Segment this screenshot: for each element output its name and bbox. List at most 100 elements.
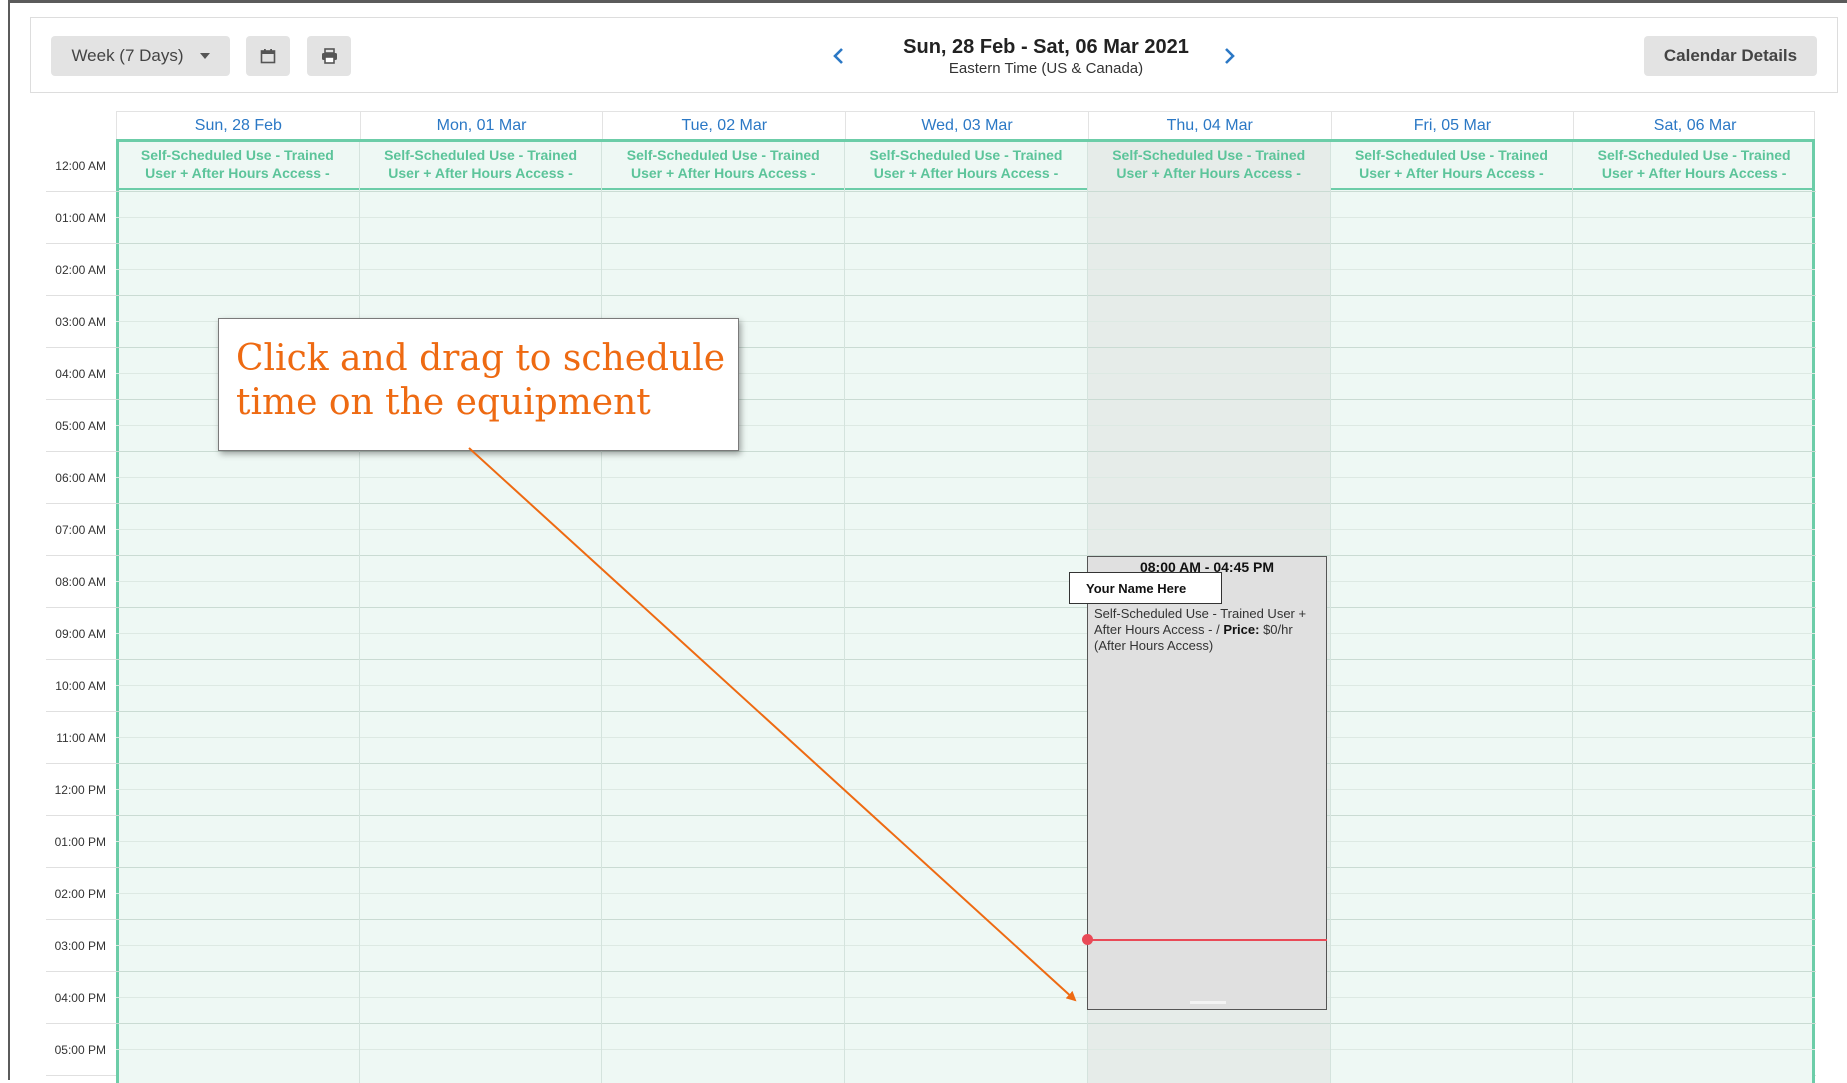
previous-week-button[interactable]: [827, 44, 851, 68]
half-slot-divider: [602, 633, 845, 634]
half-slot-divider: [845, 737, 1087, 738]
day-header[interactable]: Thu, 04 Mar: [1087, 112, 1331, 140]
half-slot-divider: [845, 685, 1087, 686]
half-slot-divider: [116, 633, 359, 634]
slot-divider: [1573, 399, 1815, 400]
date-picker-button[interactable]: [246, 36, 290, 76]
slot-divider: [845, 347, 1087, 348]
week-grid: 12:00 AM 01:00 AM 02:00 AM 03:00 AM 04:00 AM…: [46, 111, 1838, 1083]
slot-divider: [1330, 295, 1573, 296]
half-slot-divider: [845, 425, 1087, 426]
half-slot-divider: [1087, 321, 1330, 322]
availability-label-line-1: Self-Scheduled Use - Trained: [869, 147, 1063, 163]
availability-label-line-1: Self-Scheduled Use - Trained: [626, 147, 820, 163]
half-slot-divider: [1330, 737, 1573, 738]
callout-line-1: Click and drag to schedule: [236, 338, 726, 379]
half-slot-divider: [602, 269, 845, 270]
day-column[interactable]: Self-Scheduled Use - Trained User + After…: [1329, 142, 1573, 1083]
slot-divider: [1573, 295, 1815, 296]
slot-divider: [359, 815, 602, 816]
slot-divider: [116, 867, 359, 868]
slot-divider: [845, 607, 1087, 608]
slot-divider: [845, 711, 1087, 712]
day-header[interactable]: Sun, 28 Feb: [117, 112, 360, 140]
half-slot-divider: [845, 945, 1087, 946]
day-header[interactable]: Mon, 01 Mar: [359, 112, 603, 140]
day-header[interactable]: Sat, 06 Mar: [1573, 112, 1816, 140]
print-button[interactable]: [307, 36, 351, 76]
half-slot-divider: [359, 1049, 602, 1050]
half-slot-divider: [116, 685, 359, 686]
slot-divider: [845, 659, 1087, 660]
day-column[interactable]: Self-Scheduled Use - Trained User + After…: [844, 142, 1087, 1083]
slot-divider: [116, 659, 359, 660]
day-header[interactable]: Wed, 03 Mar: [845, 112, 1088, 140]
slot-divider: [1330, 607, 1573, 608]
instruction-callout: Click and drag to schedule time on the e…: [218, 318, 739, 451]
availability-label: Self-Scheduled Use - Trained User + After…: [360, 146, 602, 182]
slot-divider: [1573, 347, 1815, 348]
half-slot-divider: [359, 737, 602, 738]
calendar-details-button[interactable]: Calendar Details: [1644, 36, 1817, 76]
hour-label: 08:00 AM: [55, 575, 106, 589]
day-column[interactable]: Self-Scheduled Use - Trained User + After…: [1572, 142, 1815, 1083]
slot-divider: [845, 919, 1087, 920]
availability-label-line-2: User + After Hours Access -: [873, 165, 1059, 181]
half-slot-divider: [1330, 373, 1573, 374]
half-slot-divider: [359, 633, 602, 634]
calendar-toolbar: Week (7 Days) Sun, 28 Feb - Sat, 06 Mar …: [30, 17, 1838, 93]
slot-divider: [602, 919, 845, 920]
slot-divider: [1330, 919, 1573, 920]
view-dropdown-button[interactable]: Week (7 Days): [51, 36, 230, 76]
half-slot-divider: [1087, 529, 1330, 530]
hour-label: 03:00 AM: [55, 315, 106, 329]
hour-label: 01:00 AM: [55, 211, 106, 225]
day-header[interactable]: Tue, 02 Mar: [602, 112, 845, 140]
half-slot-divider: [845, 373, 1087, 374]
slot-divider: [845, 1023, 1087, 1024]
slot-divider: [1087, 503, 1330, 504]
slot-divider: [1330, 555, 1573, 556]
slot-divider: [1087, 243, 1330, 244]
current-time-dot: [1082, 934, 1093, 945]
slot-divider: [116, 191, 359, 192]
hour-label: 02:00 AM: [55, 263, 106, 277]
day-column[interactable]: Self-Scheduled Use - Trained User + After…: [116, 142, 359, 1083]
slot-divider: [602, 867, 845, 868]
slot-divider: [602, 555, 845, 556]
slot-divider: [359, 763, 602, 764]
half-slot-divider: [116, 529, 359, 530]
day-column[interactable]: Self-Scheduled Use - Trained User + After…: [601, 142, 845, 1083]
half-slot-divider: [359, 893, 602, 894]
slot-divider: [602, 243, 845, 244]
slot-divider: [845, 451, 1087, 452]
view-dropdown-label: Week (7 Days): [71, 46, 184, 65]
half-slot-divider: [1330, 997, 1573, 998]
slot-divider: [116, 503, 359, 504]
current-time-line: [1087, 939, 1327, 941]
half-slot-divider: [845, 529, 1087, 530]
slot-divider: [1330, 347, 1573, 348]
slot-divider: [1330, 451, 1573, 452]
availability-label-line-2: User + After Hours Access -: [388, 165, 573, 181]
slot-divider: [1330, 503, 1573, 504]
slot-divider: [1573, 971, 1815, 972]
slot-divider: [602, 295, 845, 296]
half-slot-divider: [845, 841, 1087, 842]
event-price-label: Price:: [1223, 622, 1260, 637]
event-description: Self-Scheduled Use - Trained User + Afte…: [1094, 606, 1319, 654]
half-slot-divider: [1573, 737, 1815, 738]
slot-divider: [116, 1023, 359, 1024]
slot-divider: [359, 867, 602, 868]
next-week-button[interactable]: [1217, 44, 1241, 68]
day-column[interactable]: Self-Scheduled Use - Trained User + After…: [358, 142, 602, 1083]
app-frame: Week (7 Days) Sun, 28 Feb - Sat, 06 Mar …: [8, 0, 1847, 1083]
event-resize-handle[interactable]: [1190, 1001, 1226, 1004]
half-slot-divider: [602, 841, 845, 842]
availability-area[interactable]: Self-Scheduled Use - Trained User + After…: [116, 139, 1815, 1083]
day-header[interactable]: Fri, 05 Mar: [1330, 112, 1574, 140]
slot-divider: [845, 503, 1087, 504]
reservation-event[interactable]: 08:00 AM - 04:45 PM Self-Scheduled Use -…: [1087, 556, 1327, 1010]
half-slot-divider: [1330, 269, 1573, 270]
half-slot-divider: [1087, 425, 1330, 426]
